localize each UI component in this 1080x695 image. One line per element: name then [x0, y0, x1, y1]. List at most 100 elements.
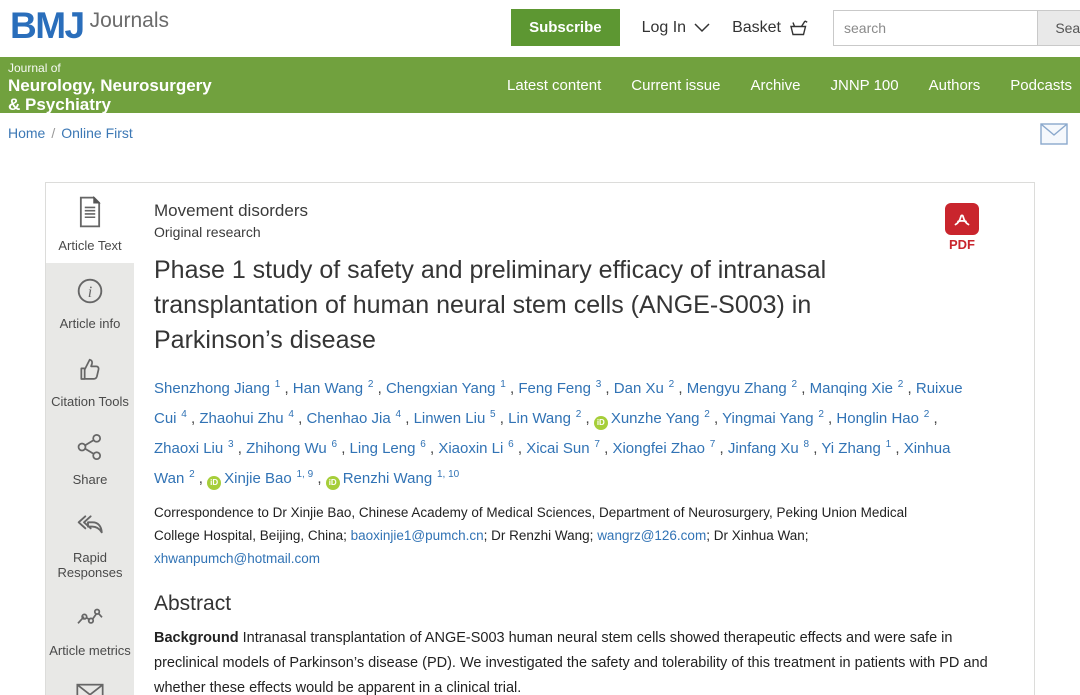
author-affiliation-sup: 2 — [789, 379, 797, 390]
abstract-background-text: Intranasal transplantation of ANGE-S003 … — [154, 630, 988, 695]
author-link[interactable]: Manqing Xie — [810, 380, 893, 397]
breadcrumb-online-first[interactable]: Online First — [61, 125, 133, 141]
nav-latest-content[interactable]: Latest content — [507, 77, 601, 94]
article-sidebar: Article Text i Article info Citation Too… — [46, 183, 134, 695]
sidebar-item-article-metrics[interactable]: Article metrics — [46, 590, 134, 668]
journal-title-line2: & Psychiatry — [8, 95, 212, 114]
author-link[interactable]: Han Wang — [293, 380, 363, 397]
sidebar-group: i Article info Citation Tools Share — [46, 263, 134, 695]
sidebar-item-alerts[interactable]: Alerts — [46, 668, 134, 695]
author-affiliation-sup: 2 — [365, 379, 373, 390]
author-link[interactable]: Yingmai Yang — [722, 410, 813, 427]
author-affiliation-sup: 4 — [286, 409, 294, 420]
bmj-logo-text: BMJ — [10, 6, 84, 46]
author-link[interactable]: Renzhi Wang — [343, 470, 433, 487]
subscribe-button[interactable]: Subscribe — [511, 9, 620, 46]
author-link[interactable]: Shenzhong Jiang — [154, 380, 270, 397]
sidebar-item-label: Citation Tools — [51, 394, 129, 409]
author-link[interactable]: Lin Wang — [508, 410, 571, 427]
basket-icon — [787, 17, 811, 39]
author-link[interactable]: Xinjie Bao — [224, 470, 292, 487]
author-affiliation-sup: 6 — [505, 439, 513, 450]
pdf-download-button[interactable]: PDF — [945, 203, 979, 252]
nav-podcasts[interactable]: Podcasts — [1010, 77, 1072, 94]
author-affiliation-sup: 7 — [592, 439, 600, 450]
author-link[interactable]: Linwen Liu — [414, 410, 486, 427]
author-affiliation-sup: 1 — [498, 379, 506, 390]
article-section: Movement disorders — [154, 201, 988, 221]
chevron-down-icon — [694, 23, 710, 33]
sidebar-item-label: Share — [73, 472, 108, 487]
author-link[interactable]: Ling Leng — [350, 440, 416, 457]
info-icon: i — [74, 275, 106, 312]
author-affiliation-sup: 7 — [707, 439, 715, 450]
journal-identity[interactable]: Journal of Neurology, Neurosurgery & Psy… — [8, 61, 212, 114]
author-link[interactable]: Xiaoxin Li — [438, 440, 503, 457]
reply-arrows-icon — [74, 509, 106, 546]
basket-label: Basket — [732, 19, 781, 37]
author-link[interactable]: Honglin Hao — [836, 410, 919, 427]
journal-kicker: Journal of — [8, 61, 212, 76]
abstract-heading: Abstract — [154, 592, 988, 616]
page: BMJ Journals Subscribe Log In Basket Sea… — [0, 0, 1080, 695]
nav-authors[interactable]: Authors — [929, 77, 981, 94]
sidebar-item-article-text[interactable]: Article Text — [46, 183, 134, 263]
sidebar-item-rapid-responses[interactable]: Rapid Responses — [46, 497, 134, 590]
login-label: Log In — [642, 19, 686, 37]
orcid-icon[interactable]: iD — [207, 476, 221, 490]
author-affiliation-sup: 3 — [225, 439, 233, 450]
author-link[interactable]: Jinfang Xu — [728, 440, 799, 457]
author-link[interactable]: Zhaoxi Liu — [154, 440, 223, 457]
author-link[interactable]: Xicai Sun — [526, 440, 589, 457]
sidebar-item-citation-tools[interactable]: Citation Tools — [46, 341, 134, 419]
email-link[interactable]: xhwanpumch@hotmail.com — [154, 551, 320, 566]
nav-current-issue[interactable]: Current issue — [631, 77, 720, 94]
correspondence: Correspondence to Dr Xinjie Bao, Chinese… — [154, 501, 954, 570]
search-input[interactable] — [833, 10, 1038, 46]
breadcrumb-bar: Home / Online First — [0, 113, 1080, 155]
author-link[interactable]: Xunzhe Yang — [611, 410, 700, 427]
breadcrumb-home[interactable]: Home — [8, 125, 45, 141]
sidebar-item-share[interactable]: Share — [46, 419, 134, 497]
journal-title-line1: Neurology, Neurosurgery — [8, 76, 212, 95]
login-button[interactable]: Log In — [642, 19, 710, 37]
author-affiliation-sup: 2 — [666, 379, 674, 390]
email-link[interactable]: baoxinjie1@pumch.cn — [351, 528, 484, 543]
author-affiliation-sup: 2 — [186, 469, 194, 480]
svg-text:i: i — [88, 284, 92, 301]
sidebar-item-label: Rapid Responses — [49, 550, 131, 580]
author-link[interactable]: Yi Zhang — [821, 440, 880, 457]
search-button[interactable]: Search — [1038, 10, 1080, 46]
sidebar-item-label: Article metrics — [49, 643, 131, 658]
author-link[interactable]: Zhaohui Zhu — [199, 410, 283, 427]
pdf-icon — [945, 203, 979, 235]
author-link[interactable]: Xiongfei Zhao — [612, 440, 705, 457]
author-link[interactable]: Chengxian Yang — [386, 380, 496, 397]
orcid-icon[interactable]: iD — [594, 416, 608, 430]
site-header: BMJ Journals Subscribe Log In Basket Sea… — [0, 0, 1080, 57]
author-link[interactable]: Zhihong Wu — [246, 440, 327, 457]
breadcrumb-separator: / — [51, 125, 55, 141]
author-list: Shenzhong Jiang 1 , Han Wang 2 , Chengxi… — [154, 372, 974, 492]
sidebar-item-article-info[interactable]: i Article info — [46, 263, 134, 341]
nav-archive[interactable]: Archive — [750, 77, 800, 94]
author-link[interactable]: Dan Xu — [614, 380, 664, 397]
orcid-icon[interactable]: iD — [326, 476, 340, 490]
bmj-logo[interactable]: BMJ Journals — [10, 6, 169, 46]
author-affiliation-sup: 2 — [921, 409, 929, 420]
author-affiliation-sup: 5 — [487, 409, 495, 420]
nav-jnnp-100[interactable]: JNNP 100 — [831, 77, 899, 94]
author-link[interactable]: Feng Feng — [518, 380, 591, 397]
author-affiliation-sup: 6 — [417, 439, 425, 450]
abstract-background-label: Background — [154, 630, 239, 646]
bmj-journals-text: Journals — [90, 9, 169, 33]
email-page-icon[interactable] — [1040, 123, 1068, 150]
author-link[interactable]: Mengyu Zhang — [687, 380, 787, 397]
email-link[interactable]: wangrz@126.com — [597, 528, 706, 543]
basket-button[interactable]: Basket — [732, 17, 811, 39]
author-link[interactable]: Chenhao Jia — [306, 410, 390, 427]
article-title: Phase 1 study of safety and preliminary … — [154, 253, 854, 358]
envelope-icon — [74, 680, 106, 695]
author-affiliation-sup: 1 — [272, 379, 280, 390]
journal-nav: Latest content Current issue Archive JNN… — [507, 57, 1072, 113]
